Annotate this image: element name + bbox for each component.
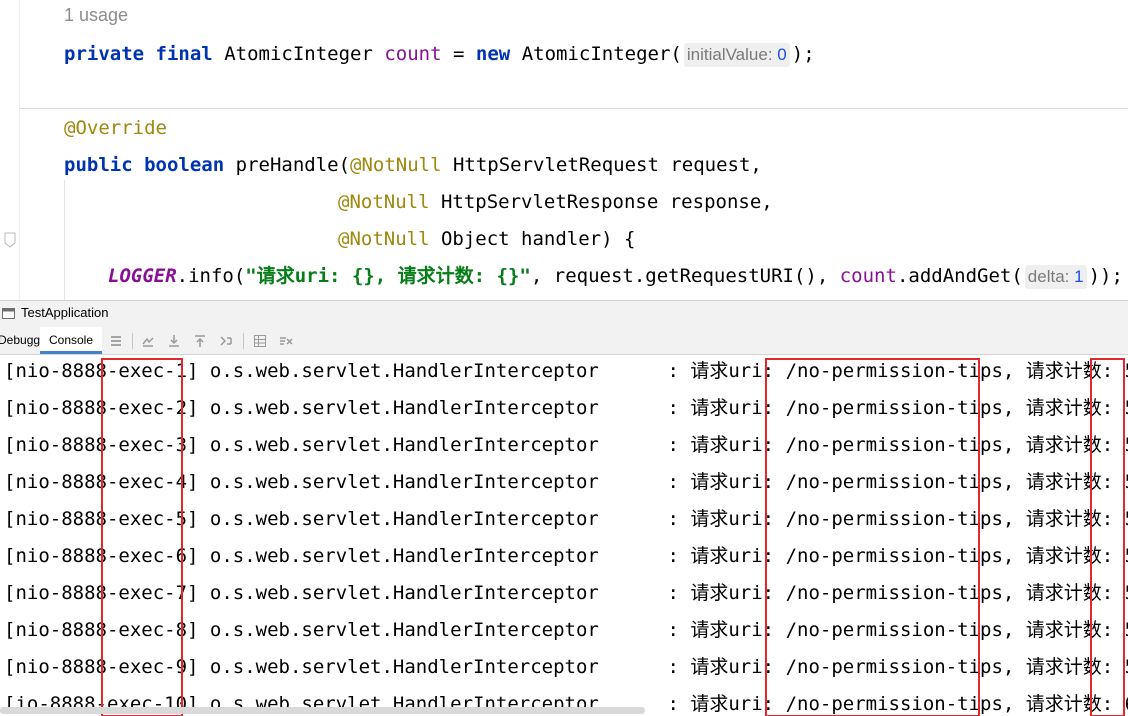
highlight-box-count xyxy=(1090,358,1125,716)
log-thread-prefix: [nio-8888 xyxy=(4,434,107,456)
field-name: count xyxy=(384,43,442,65)
log-logger: o.s.web.servlet.HandlerInterceptor xyxy=(198,619,599,641)
code-punctuation: ); xyxy=(791,43,815,65)
log-sep: : xyxy=(598,360,691,382)
log-thread-prefix: [nio-8888 xyxy=(4,582,107,604)
console-output[interactable]: [nio-8888-exec-1] o.s.web.servlet.Handle… xyxy=(0,355,1128,716)
parameter-hint: initialValue: 0 xyxy=(683,43,790,67)
log-logger: o.s.web.servlet.HandlerInterceptor xyxy=(198,656,599,678)
annotation-override[interactable]: @Override xyxy=(64,115,167,141)
log-thread-prefix: [nio-8888 xyxy=(4,360,107,382)
keyword: final xyxy=(155,43,213,65)
gutter-divider xyxy=(19,0,20,300)
log-thread-prefix: [nio-8888 xyxy=(4,397,107,419)
annotation-notnull: @NotNull xyxy=(338,191,430,213)
fold-marker-icon[interactable] xyxy=(4,232,16,248)
annotation-notnull: @NotNull xyxy=(338,228,430,250)
log-sep: : xyxy=(598,508,691,530)
log-sep: : xyxy=(598,545,691,567)
restore-layout-icon[interactable] xyxy=(140,333,156,349)
soft-wrap-icon[interactable] xyxy=(218,333,234,349)
field-name: count xyxy=(839,265,897,287)
log-thread-prefix: [nio-8888 xyxy=(4,619,107,641)
parameter-hint: delta: 1 xyxy=(1024,265,1087,289)
table-view-icon[interactable] xyxy=(252,333,268,349)
run-config-tab[interactable]: TestApplication xyxy=(21,305,108,320)
constructor-call: AtomicInteger( xyxy=(521,43,682,65)
log-sep: : xyxy=(598,656,691,678)
code-line-field-declaration[interactable]: private final AtomicInteger count = new … xyxy=(64,41,815,67)
string-literal: "请求uri: {}, 请求计数: {}" xyxy=(245,265,531,287)
log-logger: o.s.web.servlet.HandlerInterceptor xyxy=(198,582,599,604)
log-sep: : xyxy=(598,582,691,604)
parameter: HttpServletResponse response, xyxy=(440,191,773,213)
toolbar-divider xyxy=(243,333,244,349)
annotation-notnull: @NotNull xyxy=(350,154,442,176)
run-panel-header: TestApplication xyxy=(0,300,1128,328)
clear-console-icon[interactable] xyxy=(278,333,294,349)
keyword: new xyxy=(475,43,511,65)
scroll-up-icon[interactable] xyxy=(192,333,208,349)
method-name: preHandle( xyxy=(235,154,351,176)
run-config-icon xyxy=(2,308,15,319)
log-thread-prefix: [nio-8888 xyxy=(4,508,107,530)
keyword: private xyxy=(64,43,145,65)
type-name: AtomicInteger xyxy=(224,43,373,65)
highlight-box-thread xyxy=(101,358,183,716)
log-thread-prefix: [nio-8888 xyxy=(4,656,107,678)
log-sep: : xyxy=(598,471,691,493)
usage-hint[interactable]: 1 usage xyxy=(64,5,128,26)
log-logger: o.s.web.servlet.HandlerInterceptor xyxy=(198,545,599,567)
scroll-down-icon[interactable] xyxy=(166,333,182,349)
parameter: Object handler) { xyxy=(440,228,636,250)
method-call: .info( xyxy=(176,265,246,287)
code-punctuation: )); xyxy=(1088,265,1123,287)
code-line-param-response[interactable]: @NotNull HttpServletResponse response, xyxy=(338,189,773,215)
parameter: HttpServletRequest request, xyxy=(452,154,762,176)
console-toolbar: Debugger Console xyxy=(0,327,1128,355)
keyword: boolean xyxy=(144,154,225,176)
highlight-box-uri xyxy=(765,358,980,716)
log-logger: o.s.web.servlet.HandlerInterceptor xyxy=(198,471,599,493)
code-line-param-handler[interactable]: @NotNull Object handler) { xyxy=(338,226,635,252)
code-editor[interactable]: 1 usage private final AtomicInteger coun… xyxy=(0,0,1128,300)
method-separator xyxy=(19,108,1128,109)
indent-guide xyxy=(64,180,65,300)
log-sep: : xyxy=(598,619,691,641)
code-line-logger[interactable]: LOGGER.info("请求uri: {}, 请求计数: {}", reque… xyxy=(108,263,1123,289)
keyword: public xyxy=(64,154,133,176)
log-sep: : xyxy=(598,434,691,456)
log-logger: o.s.web.servlet.HandlerInterceptor xyxy=(198,508,599,530)
log-sep: : xyxy=(598,397,691,419)
method-call: .addAndGet( xyxy=(896,265,1023,287)
operator: = xyxy=(453,43,465,65)
tab-console[interactable]: Console xyxy=(40,327,102,354)
static-field: LOGGER xyxy=(108,265,177,287)
toolbar-divider xyxy=(132,333,133,349)
log-thread-prefix: [nio-8888 xyxy=(4,471,107,493)
menu-icon[interactable] xyxy=(108,333,124,349)
code-line-method-signature[interactable]: public boolean preHandle(@NotNull HttpSe… xyxy=(64,152,762,178)
log-thread-prefix: [nio-8888 xyxy=(4,545,107,567)
tab-debugger[interactable]: Debugger xyxy=(0,327,40,354)
horizontal-scrollbar[interactable] xyxy=(0,707,645,714)
log-logger: o.s.web.servlet.HandlerInterceptor xyxy=(198,434,599,456)
log-logger: o.s.web.servlet.HandlerInterceptor xyxy=(198,397,599,419)
log-logger: o.s.web.servlet.HandlerInterceptor xyxy=(198,360,599,382)
arguments: , request.getRequestURI(), xyxy=(530,265,840,287)
